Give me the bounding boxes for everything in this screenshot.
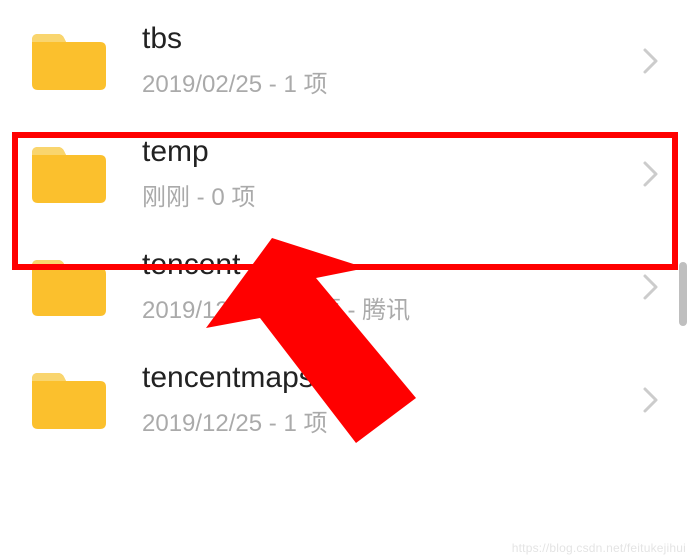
item-content: tencent 2019/12/25 - 38 项 - 腾讯 — [142, 248, 642, 325]
item-content: tencentmapsdk 2019/12/25 - 1 项 — [142, 361, 642, 438]
scroll-indicator[interactable] — [679, 262, 687, 326]
watermark: https://blog.csdn.net/feitukejihui — [512, 541, 686, 555]
folder-icon — [28, 254, 110, 320]
folder-icon — [28, 367, 110, 433]
item-title: tencentmapsdk — [142, 361, 642, 395]
folder-icon — [28, 28, 110, 94]
item-subtitle: 2019/12/25 - 38 项 - 腾讯 — [142, 290, 642, 325]
chevron-right-icon — [642, 47, 660, 75]
item-subtitle: 2019/12/25 - 1 项 — [142, 403, 642, 438]
folder-icon — [28, 141, 110, 207]
item-title: tencent — [142, 248, 642, 282]
list-item[interactable]: temp 刚刚 - 0 项 — [0, 117, 692, 230]
chevron-right-icon — [642, 160, 660, 188]
chevron-right-icon — [642, 386, 660, 414]
chevron-right-icon — [642, 273, 660, 301]
item-subtitle: 刚刚 - 0 项 — [142, 177, 642, 212]
item-content: tbs 2019/02/25 - 1 项 — [142, 22, 642, 99]
list-item[interactable]: tencentmapsdk 2019/12/25 - 1 项 — [0, 343, 692, 456]
list-item[interactable]: tencent 2019/12/25 - 38 项 - 腾讯 — [0, 230, 692, 343]
item-title: tbs — [142, 22, 642, 56]
item-content: temp 刚刚 - 0 项 — [142, 135, 642, 212]
list-item[interactable]: tbs 2019/02/25 - 1 项 — [0, 4, 692, 117]
file-list: tbs 2019/02/25 - 1 项 temp 刚刚 - 0 项 — [0, 0, 692, 456]
item-title: temp — [142, 135, 642, 169]
item-subtitle: 2019/02/25 - 1 项 — [142, 64, 642, 99]
